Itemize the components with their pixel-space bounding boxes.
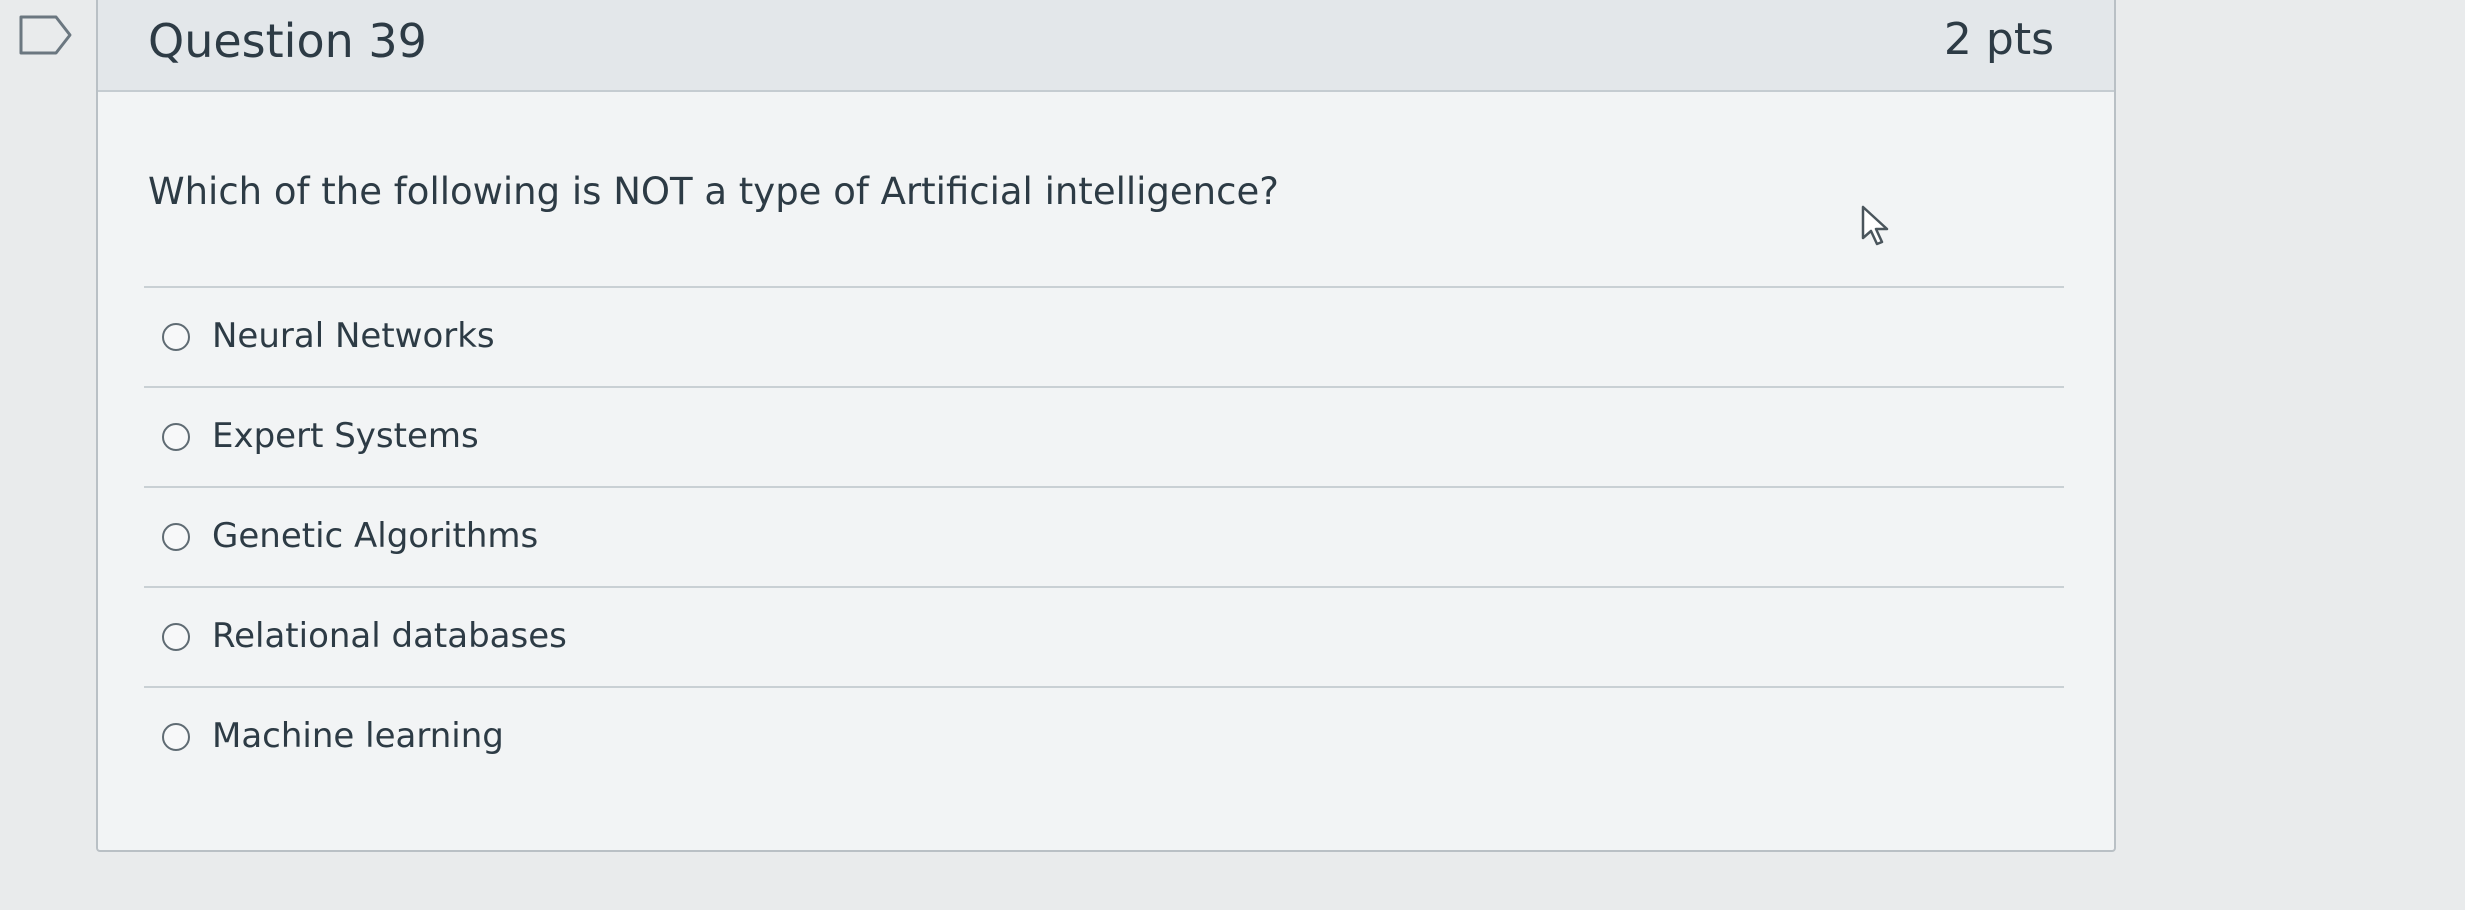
question-points: 2 pts xyxy=(1943,14,2054,65)
mouse-pointer-icon xyxy=(1860,204,1894,250)
answer-radio[interactable] xyxy=(162,423,190,451)
question-card: Question 39 2 pts Which of the following… xyxy=(96,0,2116,852)
answer-option-neural-networks[interactable]: Neural Networks xyxy=(144,288,2064,388)
answer-option-genetic-algorithms[interactable]: Genetic Algorithms xyxy=(144,488,2064,588)
question-title: Question 39 xyxy=(148,14,427,68)
question-text: Which of the following is NOT a type of … xyxy=(148,170,1279,213)
answer-list: Neural Networks Expert Systems Genetic A… xyxy=(144,286,2064,788)
answer-radio[interactable] xyxy=(162,323,190,351)
answer-label[interactable]: Relational databases xyxy=(212,616,567,656)
answer-label[interactable]: Expert Systems xyxy=(212,416,479,456)
flag-question-icon[interactable] xyxy=(18,14,74,56)
answer-radio[interactable] xyxy=(162,523,190,551)
answer-label[interactable]: Machine learning xyxy=(212,716,504,756)
answer-option-expert-systems[interactable]: Expert Systems xyxy=(144,388,2064,488)
answer-label[interactable]: Neural Networks xyxy=(212,316,495,356)
answer-option-machine-learning[interactable]: Machine learning xyxy=(144,688,2064,788)
answer-radio[interactable] xyxy=(162,723,190,751)
answer-radio[interactable] xyxy=(162,623,190,651)
answer-label[interactable]: Genetic Algorithms xyxy=(212,516,538,556)
answer-option-relational-databases[interactable]: Relational databases xyxy=(144,588,2064,688)
question-header: Question 39 2 pts xyxy=(98,0,2114,92)
